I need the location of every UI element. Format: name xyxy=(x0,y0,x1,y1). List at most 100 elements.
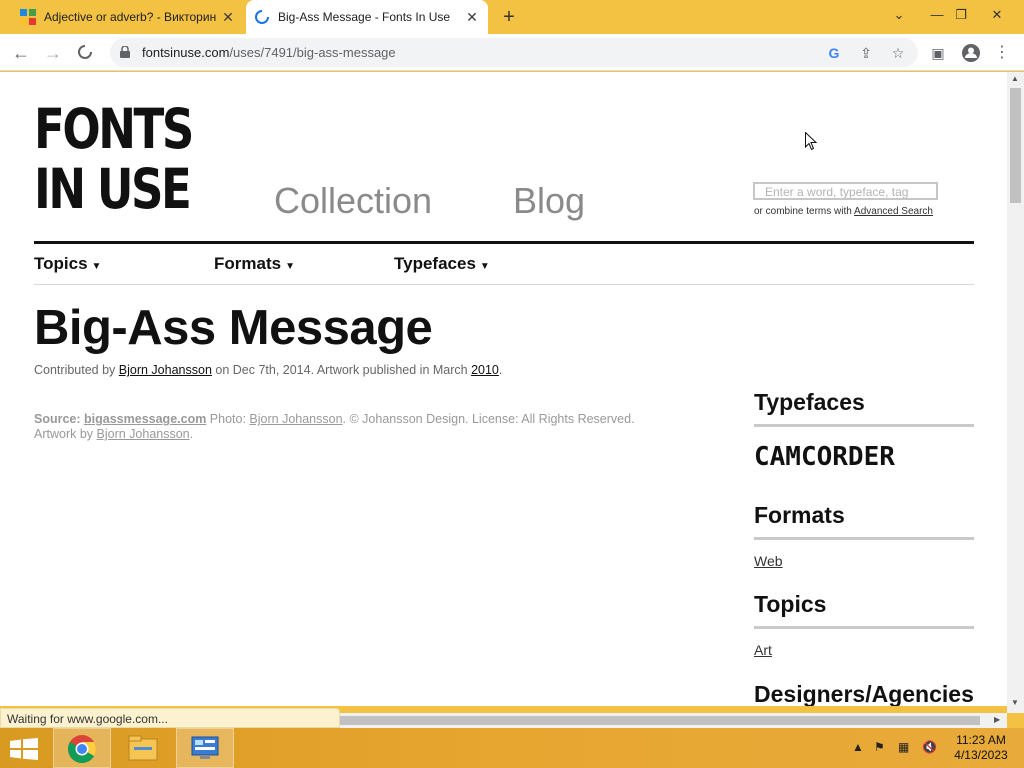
image-credit: Source: bigassmessage.com Photo: Bjorn J… xyxy=(34,412,704,442)
artwork-label: Artwork by xyxy=(34,427,97,441)
tab-title: Big-Ass Message - Fonts In Use xyxy=(278,10,451,24)
side-panel-icon[interactable]: ▣ xyxy=(927,42,949,64)
search-hint-text: or combine terms with xyxy=(754,206,855,217)
subnav-label: Typefaces xyxy=(394,254,476,273)
chrome-icon xyxy=(68,735,96,763)
share-icon[interactable]: ⇪ xyxy=(858,45,874,61)
subnav-label: Formats xyxy=(214,254,282,273)
advanced-search-link[interactable]: Advanced Search xyxy=(854,206,933,217)
url-text: fontsinuse.com/uses/7491/big-ass-message xyxy=(142,45,396,60)
scrollbar-thumb[interactable] xyxy=(340,716,980,725)
taskbar-chrome[interactable] xyxy=(53,728,111,768)
lock-icon xyxy=(120,46,130,58)
logo-line-2: IN USE xyxy=(34,157,192,221)
taskbar-file-explorer[interactable] xyxy=(114,728,172,768)
sidebar-divider xyxy=(754,626,974,629)
sidebar-divider xyxy=(754,424,974,427)
search-input[interactable]: Enter a word, typeface, tag xyxy=(753,182,938,200)
tab-title: Adjective or adverb? - Викторин xyxy=(44,10,217,24)
tab-fonts-in-use[interactable]: Big-Ass Message - Fonts In Use ✕ xyxy=(246,0,488,34)
volume-muted-icon[interactable]: 🔇 xyxy=(922,740,937,754)
system-clock[interactable]: 11:23 AM 4/13/2023 xyxy=(948,733,1014,763)
photo-label: Photo: xyxy=(206,412,250,426)
format-web-link[interactable]: Web xyxy=(754,553,783,569)
close-tab-icon[interactable]: ✕ xyxy=(218,7,238,27)
scroll-down-arrow-icon[interactable]: ▼ xyxy=(1011,698,1019,707)
stop-loading-icon[interactable] xyxy=(76,43,94,61)
browser-toolbar: ← → fontsinuse.com/uses/7491/big-ass-mes… xyxy=(0,34,1024,71)
google-translate-icon[interactable]: G xyxy=(826,45,842,61)
bookmark-star-icon[interactable]: ☆ xyxy=(890,45,906,61)
formats-heading: Formats xyxy=(754,502,845,528)
minimize-button[interactable]: — xyxy=(924,4,950,26)
clock-date: 4/13/2023 xyxy=(954,748,1008,762)
folder-icon xyxy=(128,735,158,761)
tab-strip: Adjective or adverb? - Викторин ✕ Big-As… xyxy=(0,0,1024,34)
artwork-end: . xyxy=(189,427,194,441)
header-divider xyxy=(34,241,974,244)
subnav-topics[interactable]: Topics ▼ xyxy=(34,254,101,274)
windows-taskbar: ▲ ⚑ ▦ 🔇 11:23 AM 4/13/2023 xyxy=(0,728,1024,768)
scroll-right-arrow-icon[interactable]: ▶ xyxy=(994,715,1000,724)
menu-kebab-icon[interactable]: ⋮ xyxy=(991,42,1013,64)
status-bubble: Waiting for www.google.com... xyxy=(0,708,340,728)
subnav-formats[interactable]: Formats ▼ xyxy=(214,254,295,274)
dropdown-arrow-icon: ▼ xyxy=(479,261,490,272)
control-panel-icon xyxy=(191,736,219,759)
contributor-link[interactable]: Bjorn Johansson xyxy=(119,363,212,377)
forward-button[interactable]: → xyxy=(42,42,64,64)
subnav-divider xyxy=(34,284,974,285)
fonts-in-use-logo[interactable]: FONTS IN USE xyxy=(34,97,194,221)
subnav-label: Topics xyxy=(34,254,88,273)
tab-search-chevron-icon[interactable]: ⌄ xyxy=(886,4,912,26)
page-title: Big-Ass Message xyxy=(34,301,433,355)
rights-text: . © Johansson Design. License: All Right… xyxy=(342,412,635,426)
taskbar-control-panel[interactable] xyxy=(176,728,234,768)
designers-agencies-heading: Designers/Agencies xyxy=(754,681,974,706)
url-domain: fontsinuse.com xyxy=(142,45,230,60)
address-bar[interactable]: fontsinuse.com/uses/7491/big-ass-message… xyxy=(110,38,918,67)
meta-text: Contributed by xyxy=(34,363,119,377)
topics-heading: Topics xyxy=(754,591,827,617)
mouse-cursor-icon xyxy=(805,132,817,151)
clock-time: 11:23 AM xyxy=(956,733,1006,747)
windows-start-icon[interactable] xyxy=(10,738,38,760)
logo-line-1: FONTS xyxy=(34,97,194,161)
profile-avatar-icon[interactable] xyxy=(960,42,982,64)
quiz-favicon-icon xyxy=(20,9,36,25)
restore-button[interactable]: ❐ xyxy=(948,4,974,26)
scrollbar-thumb[interactable] xyxy=(1010,88,1021,203)
photo-credit-link[interactable]: Bjorn Johansson xyxy=(249,412,342,426)
article-meta: Contributed by Bjorn Johansson on Dec 7t… xyxy=(34,363,502,377)
network-icon[interactable]: ▦ xyxy=(898,740,909,754)
close-window-button[interactable]: ✕ xyxy=(984,4,1010,26)
meta-text: on Dec 7th, 2014. Artwork published in M… xyxy=(211,363,472,377)
close-tab-icon[interactable]: ✕ xyxy=(462,7,482,27)
loading-spinner-icon xyxy=(255,10,269,24)
action-center-flag-icon[interactable]: ⚑ xyxy=(874,740,885,754)
nav-collection[interactable]: Collection xyxy=(274,180,432,222)
topic-art-link[interactable]: Art xyxy=(754,642,772,658)
tab-adjective-quiz[interactable]: Adjective or adverb? - Викторин ✕ xyxy=(12,0,244,34)
dropdown-arrow-icon: ▼ xyxy=(91,261,102,272)
year-link[interactable]: 2010 xyxy=(471,363,499,377)
nav-blog[interactable]: Blog xyxy=(513,180,585,222)
source-label: Source: xyxy=(34,412,81,426)
dropdown-arrow-icon: ▼ xyxy=(285,261,295,272)
typefaces-heading: Typefaces xyxy=(754,389,865,415)
sidebar-divider xyxy=(754,537,974,540)
scroll-up-arrow-icon[interactable]: ▲ xyxy=(1011,74,1019,83)
page-content: FONTS IN USE Collection Blog Enter a wor… xyxy=(0,72,1007,706)
search-hint: or combine terms with Advanced Search xyxy=(754,206,933,217)
typeface-camcorder-link[interactable]: CAMCORDER xyxy=(754,442,895,472)
show-hidden-icons-button[interactable]: ▲ xyxy=(852,740,864,754)
back-button[interactable]: ← xyxy=(10,42,32,64)
source-link-text: bigassmessage.com xyxy=(84,412,207,426)
artwork-credit-link[interactable]: Bjorn Johansson xyxy=(97,427,190,441)
subnav-typefaces[interactable]: Typefaces ▼ xyxy=(394,254,490,274)
source-link[interactable]: bigassmessage.com xyxy=(84,412,206,426)
url-path: /uses/7491/big-ass-message xyxy=(229,45,396,60)
new-tab-button[interactable]: + xyxy=(498,7,520,29)
vertical-scrollbar[interactable]: ▲ ▼ xyxy=(1007,72,1024,713)
meta-text: . xyxy=(498,363,503,377)
